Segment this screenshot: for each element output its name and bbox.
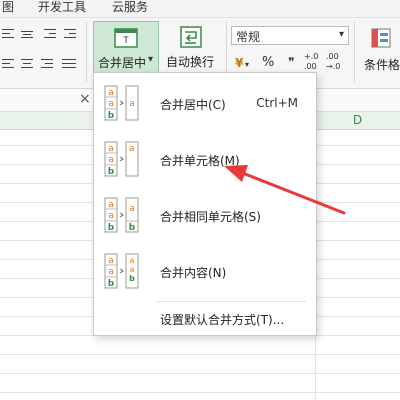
tab-cloud-services[interactable]: 云服务 xyxy=(112,0,148,17)
menu-item-label: 合并内容(N) xyxy=(160,266,227,280)
annotation-arrow-icon xyxy=(224,165,346,215)
menu-item-merge-center[interactable]: a a b a 合并居中(C) Ctrl+M xyxy=(94,83,316,123)
column-header-d[interactable]: D xyxy=(315,112,400,129)
menu-item-label: 合并居中(C) xyxy=(160,98,226,112)
svg-text:a: a xyxy=(108,99,114,109)
distribute-icon[interactable] xyxy=(62,58,76,71)
svg-text:b: b xyxy=(129,274,135,283)
decrease-decimal-bottom: →.0 xyxy=(326,62,341,71)
indent-decrease-icon[interactable] xyxy=(44,28,57,41)
svg-text:b: b xyxy=(108,223,115,233)
svg-text:a: a xyxy=(129,144,135,154)
chevron-down-icon: ▾ xyxy=(245,60,250,69)
grid-row-line xyxy=(0,354,400,355)
comma-style-button[interactable]: ❞ xyxy=(288,55,294,69)
menu-item-set-default-merge[interactable]: 设置默认合并方式(T)... xyxy=(94,303,316,333)
menu-item-merge-content[interactable]: a a b a a b 合并内容(N) xyxy=(94,251,316,291)
menu-tab-bar: 图 开发工具 云服务 xyxy=(0,0,400,18)
ribbon-separator xyxy=(86,22,87,82)
svg-text:a: a xyxy=(108,256,114,266)
svg-text:a: a xyxy=(129,99,135,109)
increase-decimal-top: +.0 xyxy=(304,52,319,61)
merge-center-icon: T xyxy=(114,28,138,48)
svg-text:T: T xyxy=(123,35,129,45)
align-center-icon[interactable] xyxy=(21,58,34,71)
merge-center-cells-icon: a a b a xyxy=(104,85,139,121)
svg-text:b: b xyxy=(129,223,136,233)
currency-icon: ¥ xyxy=(235,56,244,70)
svg-text:b: b xyxy=(108,279,115,289)
merge-center-button[interactable]: T 合并居中 ▾ xyxy=(93,21,159,74)
svg-text:a: a xyxy=(108,267,114,277)
decrease-decimal-button[interactable]: .00 →.0 xyxy=(326,52,346,76)
svg-text:a: a xyxy=(108,211,114,221)
align-middle-icon[interactable] xyxy=(21,28,34,41)
conditional-format-button[interactable]: 条件格 xyxy=(360,21,400,72)
svg-text:a: a xyxy=(108,155,114,165)
tab-view-partial[interactable]: 图 xyxy=(2,0,14,17)
merge-center-label: 合并居中 xyxy=(98,56,147,70)
tab-developer-tools[interactable]: 开发工具 xyxy=(38,0,86,17)
svg-text:a: a xyxy=(108,144,114,154)
svg-text:a: a xyxy=(108,88,114,98)
close-icon[interactable]: × xyxy=(79,91,91,107)
menu-separator xyxy=(156,301,306,302)
number-format-value: 常规 xyxy=(236,30,261,44)
wrap-text-icon xyxy=(180,26,202,48)
indent-increase-icon[interactable] xyxy=(64,28,77,41)
svg-text:b: b xyxy=(108,167,115,177)
ribbon-separator xyxy=(354,22,355,82)
merge-same-cells-icon: a a b a b xyxy=(104,197,139,233)
align-top-left-icon[interactable] xyxy=(2,28,15,41)
conditional-format-icon xyxy=(371,28,391,48)
conditional-format-label: 条件格 xyxy=(364,58,400,72)
auto-wrap-button[interactable]: 自动换行 xyxy=(162,21,220,72)
merge-content-icon: a a b a a b xyxy=(104,253,139,289)
menu-item-shortcut: Ctrl+M xyxy=(256,96,298,110)
svg-text:b: b xyxy=(108,111,115,121)
svg-text:a: a xyxy=(108,200,114,210)
grid-row-line xyxy=(0,373,400,374)
decrease-decimal-top: .00 xyxy=(326,52,339,61)
auto-wrap-label: 自动换行 xyxy=(166,55,215,69)
percent-button[interactable]: % xyxy=(262,55,274,70)
align-right-icon[interactable] xyxy=(41,58,54,71)
svg-text:a: a xyxy=(130,256,135,265)
chevron-down-icon: ▾ xyxy=(148,54,154,65)
menu-item-label: 设置默认合并方式(T)... xyxy=(160,313,285,327)
number-format-select[interactable]: 常规 ▾ xyxy=(231,26,349,45)
increase-decimal-bottom: .00 xyxy=(304,62,317,71)
align-left-icon[interactable] xyxy=(2,58,15,71)
merge-cells-icon: a a b a xyxy=(104,141,139,177)
chevron-down-icon: ▾ xyxy=(338,29,344,40)
svg-text:a: a xyxy=(130,265,135,274)
svg-text:a: a xyxy=(129,204,135,214)
grid-row-line xyxy=(0,392,400,393)
